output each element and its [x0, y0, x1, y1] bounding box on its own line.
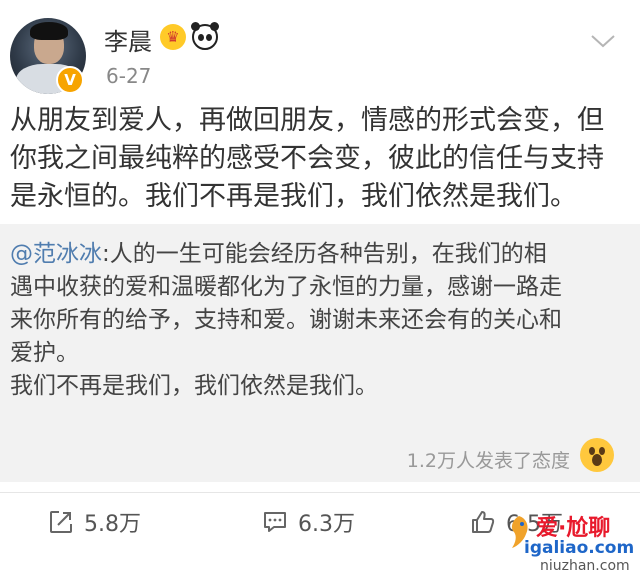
content-line: 是永恒的。我们不再是我们，我们依然是我们。 [10, 181, 577, 212]
thumbs-up-icon [472, 511, 495, 533]
repost-count: 5.8万 [84, 512, 141, 537]
mention-link[interactable]: @范冰冰 [10, 241, 102, 267]
post-content: 从朋友到爱人，再做回朋友，情感的形式会变，但 你我之间最纯粹的感受不会变，彼此的… [10, 102, 630, 216]
content-line: 从朋友到爱人，再做回朋友，情感的形式会变，但 [10, 105, 604, 136]
divider [0, 492, 640, 493]
post-date: 6-27 [106, 64, 152, 88]
watermark-subdomain: niuzhan.com [540, 558, 630, 574]
content-line: 你我之间最纯粹的感受不会变，彼此的信任与支持 [10, 143, 604, 174]
author-name[interactable]: 李晨 [104, 22, 152, 57]
crown-icon: ♛ [160, 24, 186, 50]
repost-button[interactable]: 5.8万 [48, 506, 141, 538]
surprised-face-icon[interactable] [580, 438, 614, 472]
quote-line: 爱护。 [10, 340, 79, 366]
reactions-count[interactable]: 1.2万人发表了态度 [407, 446, 570, 473]
quote-line: 遇中收获的爱和温暖都化为了永恒的力量，感谢一路走 [10, 274, 562, 300]
verified-badge-icon: V [56, 66, 84, 94]
comment-count: 6.3万 [298, 512, 355, 537]
quote-line: 来你所有的给予，支持和爱。谢谢未来还会有的关心和 [10, 307, 562, 333]
chevron-down-icon[interactable] [590, 30, 616, 55]
panda-icon [191, 22, 219, 50]
post-header: V 李晨 ♛ 6-27 [0, 0, 640, 100]
comment-button[interactable]: 6.3万 [262, 506, 355, 538]
quoted-post[interactable]: @范冰冰:人的一生可能会经历各种告别，在我们的相 遇中收获的爱和温暖都化为了永恒… [0, 224, 640, 482]
repost-icon [50, 511, 72, 533]
site-watermark: 爱·尬聊 igaliao.com niuzhan.com [500, 498, 640, 579]
quoted-post-text: @范冰冰:人的一生可能会经历各种告别，在我们的相 遇中收获的爱和温暖都化为了永恒… [10, 238, 632, 403]
watermark-domain: igaliao.com [524, 538, 635, 558]
quote-line: 我们不再是我们，我们依然是我们。 [10, 373, 378, 399]
comment-icon [264, 512, 286, 532]
quote-line: :人的一生可能会经历各种告别，在我们的相 [102, 241, 547, 267]
weibo-post: V 李晨 ♛ 6-27 从朋友到爱人，再做回朋友，情感的形式会变，但 你我之间最… [0, 0, 640, 579]
